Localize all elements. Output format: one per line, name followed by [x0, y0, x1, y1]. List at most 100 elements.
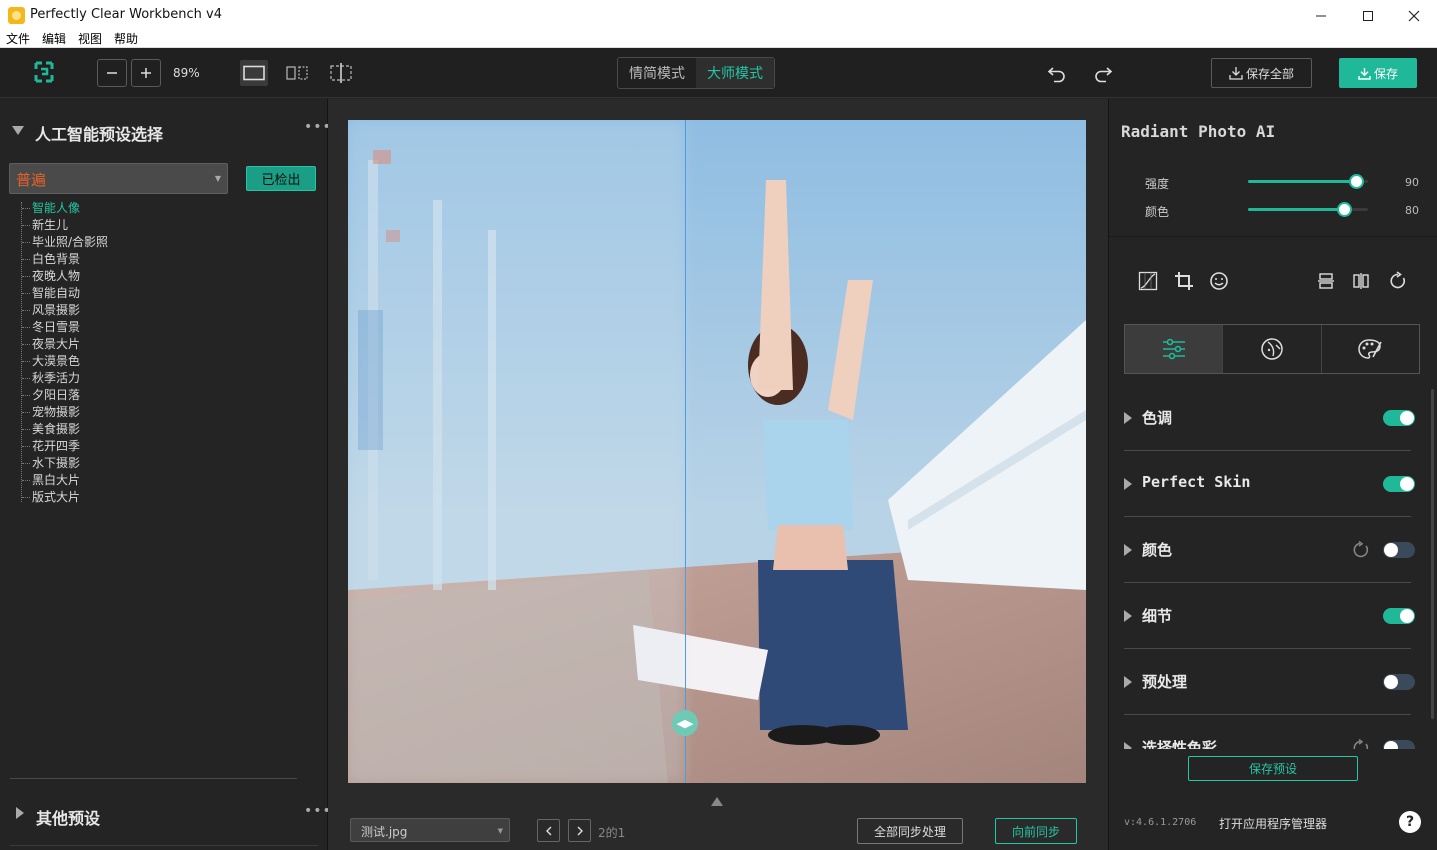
split-handle-icon[interactable]: ◀▶ [672, 710, 698, 736]
collapse-caret-icon[interactable] [12, 126, 24, 135]
next-image-button[interactable] [568, 819, 591, 842]
rotate-icon[interactable] [1386, 269, 1410, 293]
preset-item[interactable]: 美食摄影 [18, 421, 218, 438]
menu-help[interactable]: 帮助 [114, 31, 138, 47]
side-by-side-view-button[interactable] [283, 60, 311, 86]
single-view-button[interactable] [240, 60, 268, 86]
toggle-knob [1384, 675, 1398, 689]
preset-item[interactable]: 风景摄影 [18, 302, 218, 319]
previous-image-button[interactable] [537, 819, 560, 842]
expand-arrow-icon[interactable] [1124, 478, 1132, 490]
preset-item[interactable]: 夜晚人物 [18, 268, 218, 285]
preset-item[interactable]: 夜景大片 [18, 336, 218, 353]
section-toggle[interactable] [1383, 542, 1415, 558]
preset-item[interactable]: 大漠景色 [18, 353, 218, 370]
curves-icon[interactable] [1136, 269, 1160, 293]
preset-item[interactable]: 秋季活力 [18, 370, 218, 387]
zoom-level: 89% [173, 66, 200, 80]
color-slider[interactable] [1248, 202, 1368, 217]
simple-mode-tab[interactable]: 情简模式 [618, 58, 696, 88]
minimize-button[interactable] [1298, 0, 1344, 31]
menu-file[interactable]: 文件 [6, 31, 30, 47]
menu-view[interactable]: 视图 [78, 31, 102, 47]
adjustment-section[interactable]: 颜色 [1124, 517, 1415, 583]
help-button[interactable]: ? [1399, 811, 1421, 833]
preset-item[interactable]: 宠物摄影 [18, 404, 218, 421]
split-view-button[interactable] [327, 60, 355, 86]
sync-forward-button[interactable]: 向前同步 [995, 818, 1077, 844]
section-toggle[interactable] [1383, 608, 1415, 624]
section-toggle[interactable] [1383, 476, 1415, 492]
redo-button[interactable] [1091, 62, 1115, 84]
preset-item[interactable]: 版式大片 [18, 489, 218, 506]
close-button[interactable] [1391, 0, 1437, 31]
app-manager-link[interactable]: 打开应用程序管理器 [1219, 815, 1327, 832]
save-button[interactable]: 保存 [1339, 58, 1417, 88]
section-label: 细节 [1142, 607, 1173, 625]
reset-icon[interactable] [1352, 541, 1370, 559]
expand-caret-icon[interactable] [16, 807, 24, 819]
color-label: 颜色 [1145, 205, 1170, 219]
checkout-button[interactable]: 已检出 [246, 166, 316, 191]
save-all-button[interactable]: 保存全部 [1211, 58, 1312, 88]
save-preset-button[interactable]: 保存预设 [1188, 756, 1358, 781]
preset-item[interactable]: 智能自动 [18, 285, 218, 302]
zoom-in-button[interactable] [131, 59, 161, 87]
slider-thumb[interactable] [1337, 202, 1352, 217]
photo-preview[interactable]: ◀▶ [348, 120, 1086, 783]
flip-horizontal-icon[interactable] [1349, 269, 1373, 293]
expand-arrow-icon[interactable] [1124, 544, 1132, 556]
tab-adjust[interactable] [1125, 325, 1224, 373]
preset-item[interactable]: 水下摄影 [18, 455, 218, 472]
other-presets-title[interactable]: 其他预设 [36, 805, 100, 829]
file-select[interactable]: 测试.jpg ▼ [350, 818, 510, 842]
preset-item[interactable]: 夕阳日落 [18, 387, 218, 404]
adjustment-section[interactable]: 色调 [1124, 385, 1415, 451]
preset-item[interactable]: 智能人像 [18, 200, 218, 217]
slider-thumb[interactable] [1349, 174, 1364, 189]
section-toggle[interactable] [1383, 674, 1415, 690]
tab-ai-face[interactable] [1223, 325, 1322, 373]
scrollbar[interactable] [1431, 389, 1434, 719]
preset-item[interactable]: 白色背景 [18, 251, 218, 268]
zoom-out-button[interactable] [97, 59, 127, 87]
strength-value: 90 [1405, 176, 1419, 189]
adjustment-section[interactable]: Perfect Skin [1124, 451, 1415, 517]
undo-icon [1047, 67, 1065, 83]
flip-vertical-icon[interactable] [1314, 269, 1338, 293]
menu-edit[interactable]: 编辑 [42, 31, 66, 47]
preset-item[interactable]: 毕业照/合影照 [18, 234, 218, 251]
strength-slider[interactable] [1248, 174, 1368, 189]
preset-category-select[interactable]: 普遍 ▼ [9, 163, 228, 194]
preset-item[interactable]: 冬日雪景 [18, 319, 218, 336]
selected-category: 普遍 [16, 171, 47, 189]
redo-icon [1095, 67, 1113, 83]
section-toggle[interactable] [1383, 410, 1415, 426]
face-icon[interactable] [1207, 269, 1231, 293]
side-by-side-icon [286, 66, 308, 80]
maximize-button[interactable] [1345, 0, 1391, 31]
preset-item[interactable]: 新生儿 [18, 217, 218, 234]
undo-button[interactable] [1045, 62, 1069, 84]
expand-arrow-icon[interactable] [1124, 676, 1132, 688]
preset-item[interactable]: 黑白大片 [18, 472, 218, 489]
ai-title: Radiant Photo AI [1121, 122, 1276, 141]
crop-icon[interactable] [1172, 269, 1196, 293]
split-divider-line[interactable] [685, 120, 686, 783]
expand-arrow-icon[interactable] [1124, 610, 1132, 622]
sync-all-button[interactable]: 全部同步处理 [857, 818, 963, 844]
filmstrip-toggle-icon[interactable] [711, 797, 723, 806]
preset-item[interactable]: 花开四季 [18, 438, 218, 455]
expand-arrow-icon[interactable] [1124, 412, 1132, 424]
image-canvas: ◀▶ 测试.jpg ▼ 2的1 全部同步处理 向前同步 [328, 99, 1108, 850]
adjustment-section[interactable]: 细节 [1124, 583, 1415, 649]
download-icon [1358, 67, 1371, 80]
master-mode-tab[interactable]: 大师模式 [696, 58, 774, 88]
page-indicator: 2的1 [598, 826, 626, 840]
chevron-right-icon [577, 826, 583, 835]
tab-palette[interactable] [1322, 325, 1419, 373]
app-logo-icon [33, 60, 55, 84]
adjustment-section[interactable]: 预处理 [1124, 649, 1415, 715]
app-icon [8, 7, 25, 24]
original-side-overlay [348, 120, 685, 783]
